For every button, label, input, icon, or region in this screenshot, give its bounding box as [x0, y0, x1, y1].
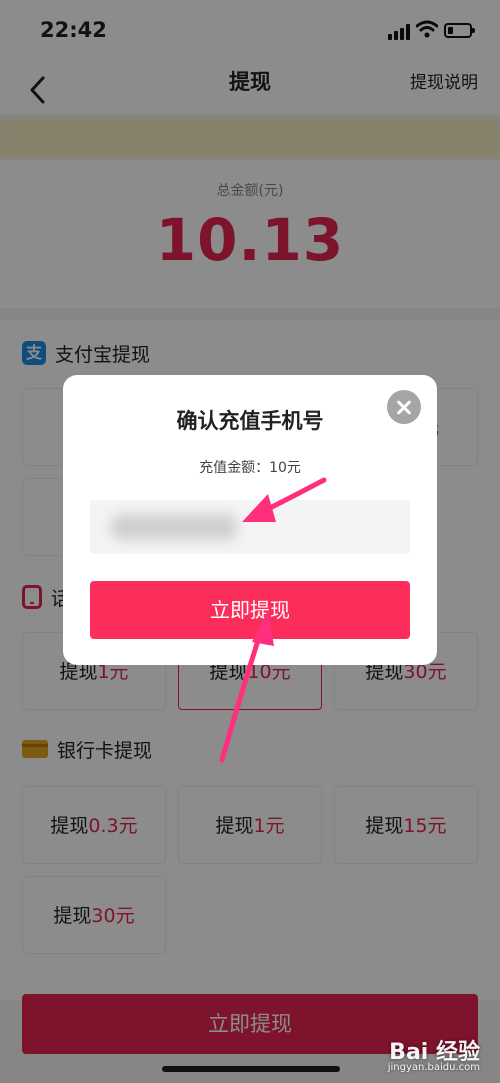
home-indicator: [162, 1066, 340, 1072]
phone-number-field[interactable]: [90, 500, 410, 554]
confirm-phone-dialog: 确认充值手机号 充值金额：10元 立即提现: [63, 375, 437, 665]
blurred-phone-number: [110, 514, 238, 540]
close-icon[interactable]: [387, 390, 421, 424]
dialog-title: 确认充值手机号: [176, 409, 324, 433]
recharge-amount: 充值金额：10元: [199, 460, 301, 476]
baidu-jingyan-watermark: Bai 经验 jingyan.baidu.com: [387, 1040, 480, 1073]
dialog-confirm-button[interactable]: 立即提现: [90, 581, 410, 639]
